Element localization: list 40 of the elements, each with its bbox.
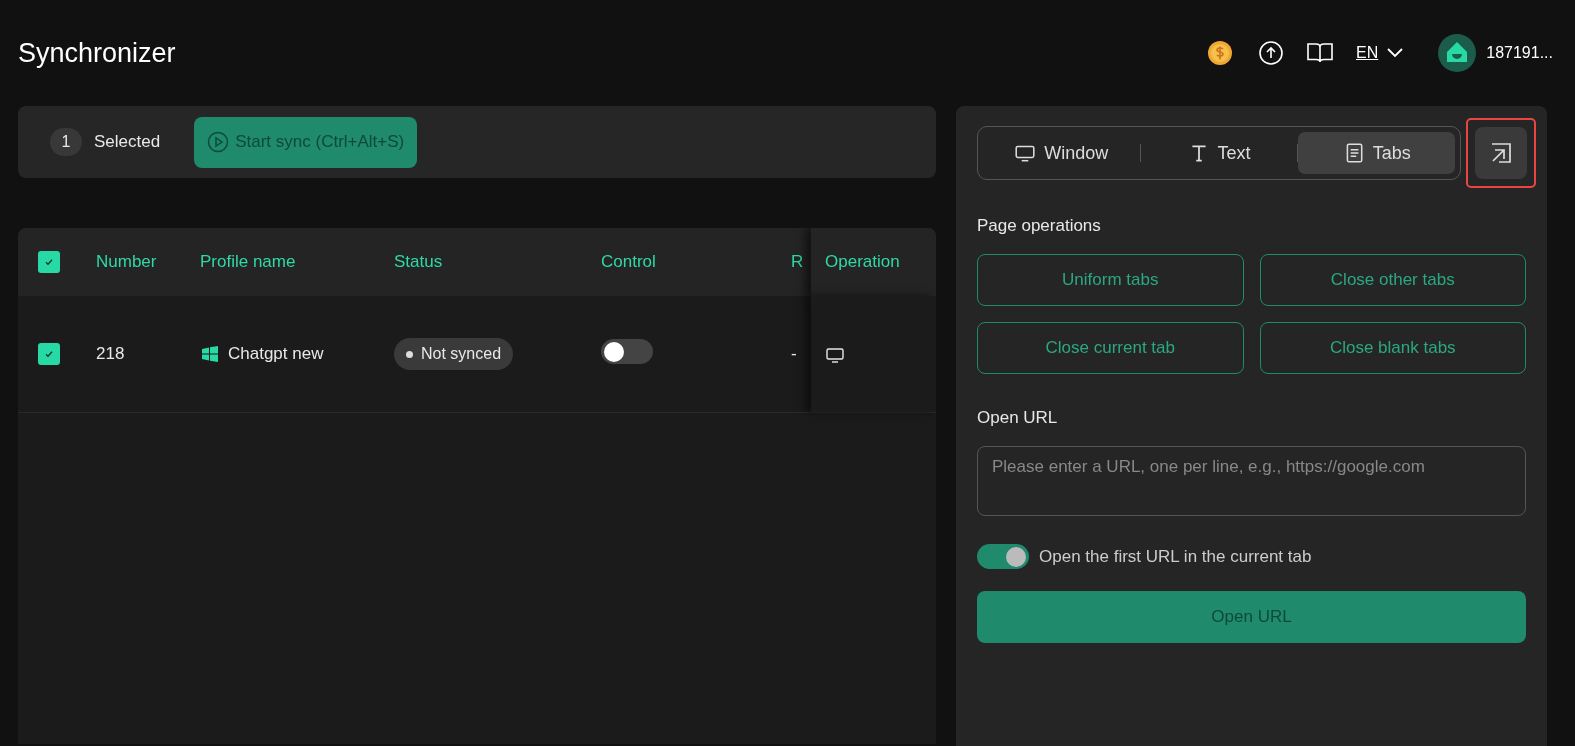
table-cell-text: 218: [96, 344, 126, 364]
avatar-icon[interactable]: [1438, 34, 1477, 72]
tab-operation-button[interactable]: Uniform tabs: [977, 254, 1244, 306]
check-icon: [43, 256, 55, 268]
book-icon[interactable]: [1306, 41, 1335, 65]
popout-button[interactable]: [1474, 127, 1527, 179]
upload-icon[interactable]: [1258, 40, 1285, 66]
tab-operation-button[interactable]: Close current tab: [977, 322, 1244, 374]
checkbox[interactable]: [38, 251, 60, 273]
column-header: Profile name: [200, 252, 297, 272]
control-toggle[interactable]: [601, 339, 653, 364]
url-input-field[interactable]: Please enter a URL, one per line, e.g., https://google.com: [977, 446, 1526, 516]
monitor-icon[interactable]: [825, 345, 847, 363]
section-title: Open URL: [977, 408, 1059, 428]
table-cell-text: -: [791, 344, 798, 364]
selected-label: Selected: [94, 132, 161, 152]
profile-name[interactable]: Chatgpt new: [228, 344, 324, 364]
column-header: R: [791, 252, 805, 272]
status-badge: Not synced: [394, 338, 514, 370]
first-url-toggle[interactable]: [977, 544, 1029, 569]
section-title: Page operations: [977, 216, 1102, 236]
checkbox[interactable]: [38, 343, 60, 365]
tab-operation-button[interactable]: Close other tabs: [1259, 254, 1526, 306]
chevron-down-icon: [1386, 47, 1405, 59]
language-selector[interactable]: EN: [1356, 44, 1405, 62]
mode-tab[interactable]: Tabs: [1298, 132, 1455, 174]
column-header: Status: [394, 252, 444, 272]
mode-tab[interactable]: Window: [983, 132, 1140, 174]
app-title: Synchronizer: [18, 37, 177, 69]
selected-count: 1: [50, 128, 82, 156]
column-header: Operation: [811, 228, 936, 296]
mode-tab[interactable]: Text: [1140, 132, 1298, 174]
windows-icon: [200, 345, 220, 363]
play-icon: [207, 131, 230, 153]
user-name[interactable]: 187191...: [1486, 44, 1553, 62]
column-header: Control: [601, 252, 657, 272]
check-icon: [43, 348, 55, 360]
column-header: Number: [96, 252, 158, 272]
toggle-label: Open the first URL in the current tab: [1039, 546, 1312, 567]
tab-operation-button[interactable]: Close blank tabs: [1259, 322, 1526, 374]
